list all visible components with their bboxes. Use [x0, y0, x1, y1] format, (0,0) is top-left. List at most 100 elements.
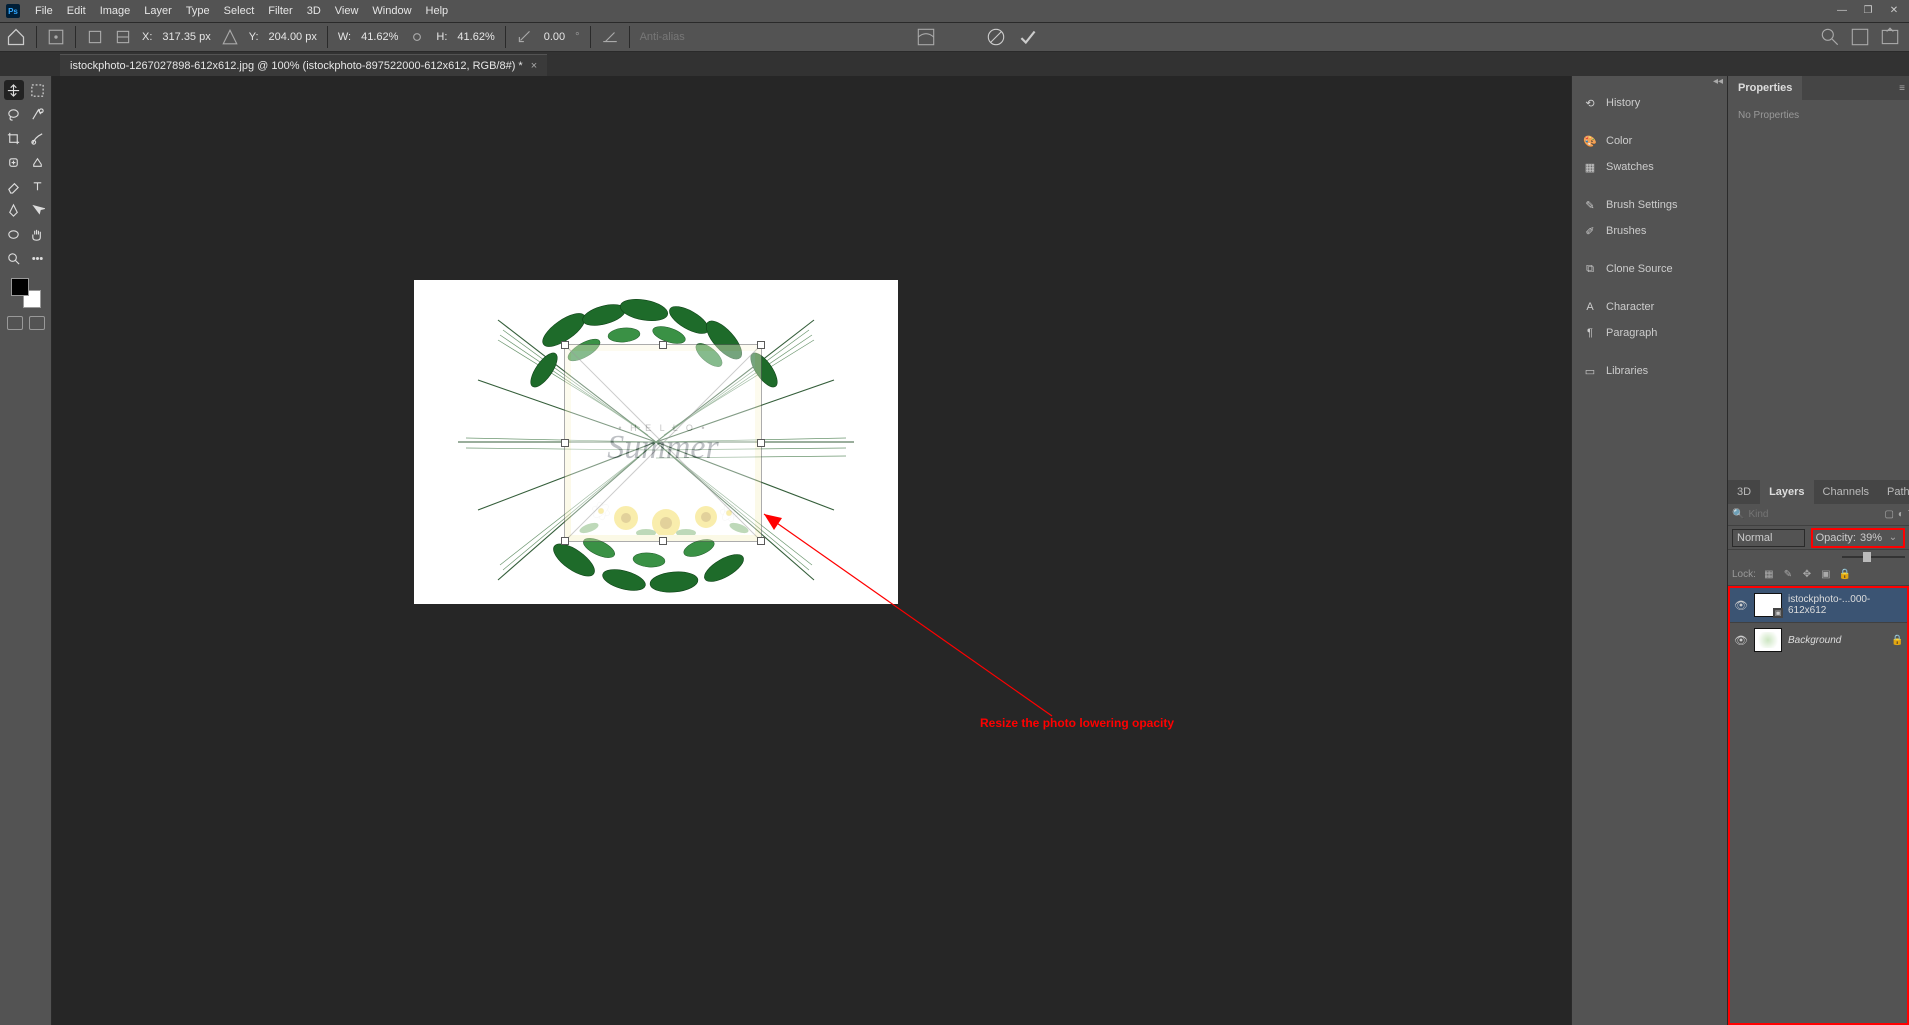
- panel-history[interactable]: ⟲History: [1572, 90, 1727, 116]
- transform-bounding-box[interactable]: • H E L L O • Summer: [564, 344, 762, 542]
- menu-layer[interactable]: Layer: [137, 0, 179, 22]
- menu-file[interactable]: File: [28, 0, 60, 22]
- more-tools-icon[interactable]: [28, 248, 48, 268]
- layer-name[interactable]: istockphoto-...000-612x612: [1788, 594, 1903, 616]
- tab-paths[interactable]: Paths: [1878, 480, 1909, 504]
- close-tab-icon[interactable]: ×: [531, 60, 537, 72]
- type-tool[interactable]: [28, 176, 48, 196]
- warp-toggle-icon[interactable]: [915, 26, 937, 48]
- window-close-button[interactable]: ✕: [1881, 0, 1907, 20]
- share-icon[interactable]: [1879, 26, 1901, 48]
- canvas-area[interactable]: • H E L L O • Summer: [52, 76, 1571, 1025]
- visibility-toggle-icon[interactable]: 👁: [1734, 599, 1748, 612]
- lock-icon[interactable]: 🔒: [1891, 635, 1903, 646]
- lock-position-icon[interactable]: ✥: [1801, 568, 1813, 582]
- transform-handle-br[interactable]: [757, 537, 765, 545]
- blend-mode-select[interactable]: Normal: [1732, 529, 1805, 547]
- panel-swatches[interactable]: ▦Swatches: [1572, 154, 1727, 180]
- transform-handle-bc[interactable]: [659, 537, 667, 545]
- opacity-slider[interactable]: [1842, 556, 1905, 558]
- path-select-tool[interactable]: [28, 200, 48, 220]
- x-value[interactable]: 317.35 px: [162, 31, 210, 43]
- cancel-transform-icon[interactable]: [985, 26, 1007, 48]
- color-swatches[interactable]: [11, 278, 41, 308]
- window-restore-button[interactable]: ❐: [1855, 0, 1881, 20]
- opacity-value[interactable]: 39%: [1860, 532, 1882, 544]
- transform-handle-ml[interactable]: [561, 439, 569, 447]
- chevron-down-icon[interactable]: ⌄: [1886, 531, 1900, 545]
- swap-xy-icon[interactable]: [221, 28, 239, 46]
- clone-stamp-tool[interactable]: [28, 152, 48, 172]
- lock-artboard-icon[interactable]: ▣: [1820, 568, 1832, 582]
- search-icon[interactable]: [1819, 26, 1841, 48]
- document-canvas[interactable]: • H E L L O • Summer: [414, 280, 898, 604]
- commit-transform-icon[interactable]: [1017, 26, 1039, 48]
- tab-3d[interactable]: 3D: [1728, 480, 1760, 504]
- crop-tool[interactable]: [4, 128, 24, 148]
- menu-select[interactable]: Select: [217, 0, 262, 22]
- panel-menu-icon[interactable]: ≡: [1895, 81, 1909, 95]
- lasso-tool[interactable]: [4, 104, 24, 124]
- transform-ref-icon[interactable]: [47, 28, 65, 46]
- pen-tool[interactable]: [4, 200, 24, 220]
- transform-handle-mr[interactable]: [757, 439, 765, 447]
- opacity-slider-thumb[interactable]: [1863, 552, 1871, 562]
- w-value[interactable]: 41.62%: [361, 31, 398, 43]
- menu-filter[interactable]: Filter: [261, 0, 299, 22]
- tab-layers[interactable]: Layers: [1760, 480, 1813, 504]
- h-value[interactable]: 41.62%: [457, 31, 494, 43]
- quick-select-tool[interactable]: [28, 104, 48, 124]
- panel-brush-settings[interactable]: ✎Brush Settings: [1572, 192, 1727, 218]
- menu-edit[interactable]: Edit: [60, 0, 93, 22]
- visibility-toggle-icon[interactable]: 👁: [1734, 634, 1748, 647]
- menu-type[interactable]: Type: [179, 0, 217, 22]
- screenmode-icon[interactable]: [29, 316, 45, 330]
- skew-h-icon[interactable]: [601, 28, 619, 46]
- rotation-value[interactable]: 0.00: [544, 31, 565, 43]
- transform-handle-tl[interactable]: [561, 341, 569, 349]
- brush-tool[interactable]: [28, 128, 48, 148]
- transform-handle-tr[interactable]: [757, 341, 765, 349]
- layer-row[interactable]: 👁 Background 🔒: [1730, 623, 1907, 657]
- panel-brushes[interactable]: ✐Brushes: [1572, 218, 1727, 244]
- home-icon[interactable]: [6, 27, 26, 47]
- panel-color[interactable]: 🎨Color: [1572, 128, 1727, 154]
- panel-clone-source[interactable]: ⧉Clone Source: [1572, 256, 1727, 282]
- transform-handle-tc[interactable]: [659, 341, 667, 349]
- quickmask-icon[interactable]: [7, 316, 23, 330]
- window-minimize-button[interactable]: —: [1829, 0, 1855, 20]
- foreground-color-swatch[interactable]: [11, 278, 29, 296]
- lock-pixels-icon[interactable]: ✎: [1782, 568, 1794, 582]
- lock-all-icon[interactable]: 🔒: [1839, 568, 1851, 582]
- workspace-icon[interactable]: [1849, 26, 1871, 48]
- transform-handle-bl[interactable]: [561, 537, 569, 545]
- zoom-tool[interactable]: [4, 248, 24, 268]
- layer-name[interactable]: Background: [1788, 635, 1885, 646]
- menu-image[interactable]: Image: [93, 0, 138, 22]
- ellipse-tool[interactable]: [4, 224, 24, 244]
- filter-pixel-icon[interactable]: ▢: [1884, 508, 1893, 522]
- layer-thumbnail[interactable]: [1754, 628, 1782, 652]
- healing-tool[interactable]: [4, 152, 24, 172]
- y-value[interactable]: 204.00 px: [269, 31, 317, 43]
- layer-filter-input[interactable]: [1748, 509, 1880, 520]
- opacity-control[interactable]: Opacity: 39% ⌄: [1811, 528, 1905, 548]
- menu-view[interactable]: View: [328, 0, 366, 22]
- eraser-tool[interactable]: [4, 176, 24, 196]
- artboard-tool[interactable]: [28, 80, 48, 100]
- hand-tool[interactable]: [28, 224, 48, 244]
- filter-adjust-icon[interactable]: ◐: [1898, 508, 1904, 522]
- delta2-icon[interactable]: [114, 28, 132, 46]
- properties-tab[interactable]: Properties: [1728, 76, 1802, 100]
- layer-row[interactable]: 👁 ▣ istockphoto-...000-612x612: [1730, 588, 1907, 622]
- menu-window[interactable]: Window: [365, 0, 418, 22]
- delta-icon[interactable]: [86, 28, 104, 46]
- menu-help[interactable]: Help: [419, 0, 456, 22]
- lock-transparent-icon[interactable]: ▦: [1763, 568, 1775, 582]
- chain-link-icon[interactable]: [408, 28, 426, 46]
- document-tab[interactable]: istockphoto-1267027898-612x612.jpg @ 100…: [60, 54, 547, 76]
- menu-3d[interactable]: 3D: [300, 0, 328, 22]
- panel-paragraph[interactable]: ¶Paragraph: [1572, 320, 1727, 346]
- collapse-panels-icon[interactable]: ◂◂: [1572, 76, 1727, 90]
- panel-character[interactable]: ACharacter: [1572, 294, 1727, 320]
